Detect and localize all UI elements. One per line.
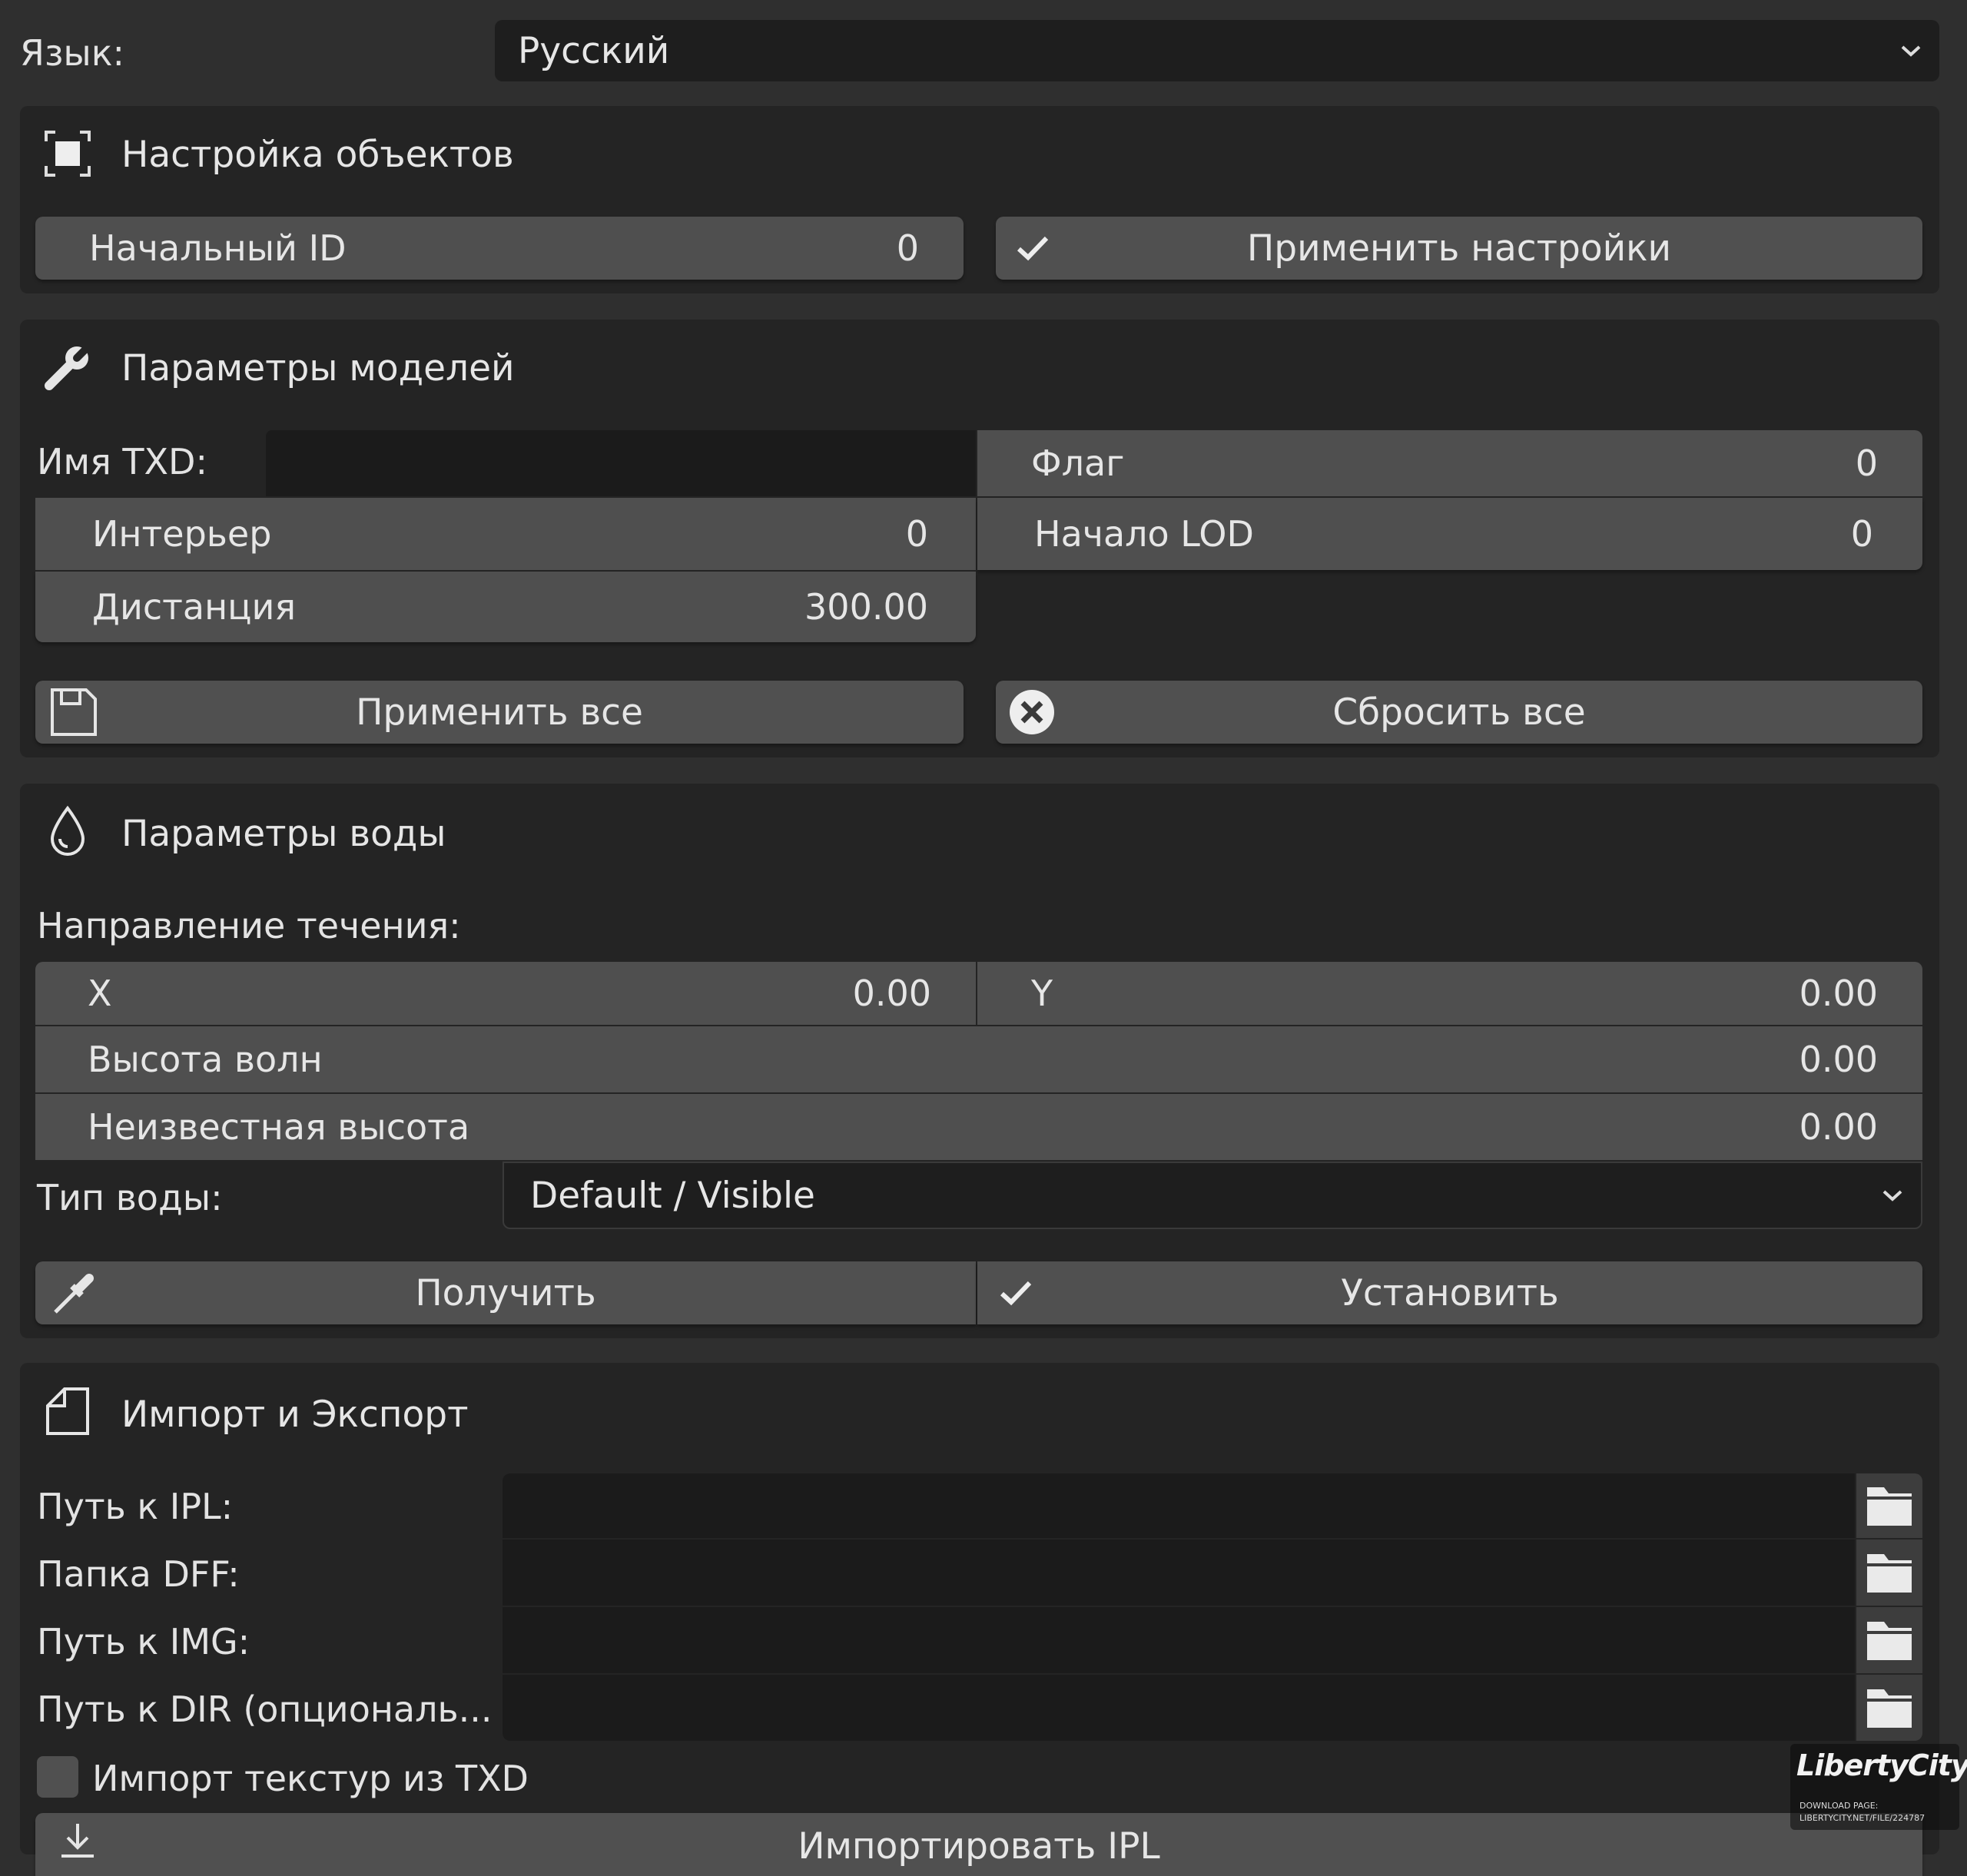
folder-icon: [1867, 1689, 1912, 1728]
eyedropper-icon: [54, 1274, 94, 1314]
ipl-browse-button[interactable]: [1856, 1473, 1922, 1538]
models-panel-title: Параметры моделей: [121, 347, 515, 389]
checkmark-icon: [1017, 236, 1049, 261]
distance-value: 300.00: [804, 586, 928, 628]
apply-all-label: Применить все: [356, 691, 643, 734]
lod-start-value: 0: [1850, 513, 1873, 555]
flow-direction-label: Направление течения:: [37, 905, 461, 946]
apply-settings-label: Применить настройки: [1246, 227, 1672, 270]
img-browse-button[interactable]: [1856, 1607, 1922, 1673]
apply-all-button[interactable]: Применить все: [35, 681, 964, 744]
get-label: Получить: [415, 1271, 596, 1314]
chevron-down-icon: [1901, 45, 1921, 57]
language-value: Русский: [518, 29, 670, 72]
interior-field[interactable]: Интерьер 0: [35, 498, 976, 570]
dir-path-label: Путь к DIR (опциональ...: [37, 1689, 493, 1730]
lod-start-label: Начало LOD: [1034, 513, 1254, 555]
import-ipl-button[interactable]: Импортировать IPL: [35, 1813, 1922, 1876]
flag-value: 0: [1855, 442, 1878, 484]
water-panel-title: Параметры воды: [121, 813, 446, 855]
txd-name-label: Имя TXD:: [37, 441, 207, 482]
dir-path-input[interactable]: [503, 1675, 1855, 1741]
water-type-value: Default / Visible: [530, 1174, 815, 1217]
get-button[interactable]: Получить: [35, 1261, 976, 1324]
import-export-panel-title: Импорт и Экспорт: [121, 1394, 469, 1436]
dff-browse-button[interactable]: [1856, 1540, 1922, 1606]
language-select[interactable]: Русский: [495, 20, 1939, 81]
import-txd-checkbox[interactable]: [37, 1756, 78, 1798]
distance-field[interactable]: Дистанция 300.00: [35, 572, 976, 642]
language-label: Язык:: [20, 32, 125, 74]
txd-name-input[interactable]: [266, 430, 976, 496]
dff-folder-input[interactable]: [503, 1540, 1855, 1606]
distance-label: Дистанция: [92, 586, 297, 628]
img-path-label: Путь к IMG:: [37, 1621, 250, 1662]
flow-y-value: 0.00: [1799, 973, 1878, 1014]
ipl-path-label: Путь к IPL:: [37, 1486, 234, 1527]
water-type-select[interactable]: Default / Visible: [503, 1162, 1922, 1229]
set-label: Установить: [1341, 1271, 1559, 1314]
flow-x-value: 0.00: [852, 973, 931, 1014]
wrench-icon: [45, 343, 91, 390]
reset-all-label: Сбросить все: [1332, 691, 1586, 734]
unknown-height-field[interactable]: Неизвестная высота 0.00: [35, 1094, 1922, 1160]
start-id-label: Начальный ID: [89, 227, 347, 269]
unknown-height-value: 0.00: [1799, 1106, 1878, 1148]
file-icon: [46, 1387, 89, 1435]
folder-icon: [1867, 1487, 1912, 1526]
object-select-icon: [45, 131, 91, 177]
import-ipl-label: Импортировать IPL: [798, 1825, 1160, 1868]
wave-height-value: 0.00: [1799, 1039, 1878, 1080]
chevron-down-icon: [1882, 1190, 1902, 1202]
interior-value: 0: [905, 513, 928, 555]
close-circle-icon: [1010, 690, 1054, 734]
dir-browse-button[interactable]: [1856, 1675, 1922, 1741]
set-button[interactable]: Установить: [977, 1261, 1922, 1324]
flow-x-field[interactable]: X 0.00: [35, 962, 976, 1025]
img-path-input[interactable]: [503, 1607, 1855, 1673]
watermark: LibertyCity DOWNLOAD PAGE: LIBERTYCITY.N…: [1790, 1744, 1967, 1830]
unknown-height-label: Неизвестная высота: [88, 1106, 470, 1148]
objects-panel-title: Настройка объектов: [121, 134, 514, 176]
start-id-field[interactable]: Начальный ID 0: [35, 217, 964, 280]
interior-label: Интерьер: [92, 513, 272, 555]
watermark-logo: LibertyCity: [1796, 1748, 1967, 1782]
import-txd-label: Импорт текстур из TXD: [92, 1758, 529, 1799]
checkmark-icon: [1000, 1281, 1032, 1306]
save-icon: [51, 688, 97, 736]
watermark-line1: DOWNLOAD PAGE:: [1799, 1801, 1879, 1811]
water-type-label: Тип воды:: [37, 1177, 223, 1218]
apply-settings-button[interactable]: Применить настройки: [996, 217, 1922, 280]
import-icon: [61, 1824, 94, 1858]
watermark-line2: LIBERTYCITY.NET/FILE/224787: [1799, 1813, 1926, 1823]
water-drop-icon: [50, 805, 85, 856]
flag-field[interactable]: Флаг 0: [977, 430, 1922, 496]
flow-x-label: X: [88, 973, 112, 1014]
wave-height-label: Высота волн: [88, 1039, 323, 1080]
flow-y-label: Y: [1031, 973, 1053, 1014]
ipl-path-input[interactable]: [503, 1473, 1855, 1538]
folder-icon: [1867, 1554, 1912, 1593]
dff-folder-label: Папка DFF:: [37, 1553, 240, 1595]
wave-height-field[interactable]: Высота волн 0.00: [35, 1026, 1922, 1092]
flag-label: Флаг: [1031, 442, 1125, 484]
flow-y-field[interactable]: Y 0.00: [977, 962, 1922, 1025]
lod-start-field[interactable]: Начало LOD 0: [977, 498, 1922, 570]
start-id-value: 0: [896, 227, 919, 269]
folder-icon: [1867, 1622, 1912, 1660]
reset-all-button[interactable]: Сбросить все: [996, 681, 1922, 744]
